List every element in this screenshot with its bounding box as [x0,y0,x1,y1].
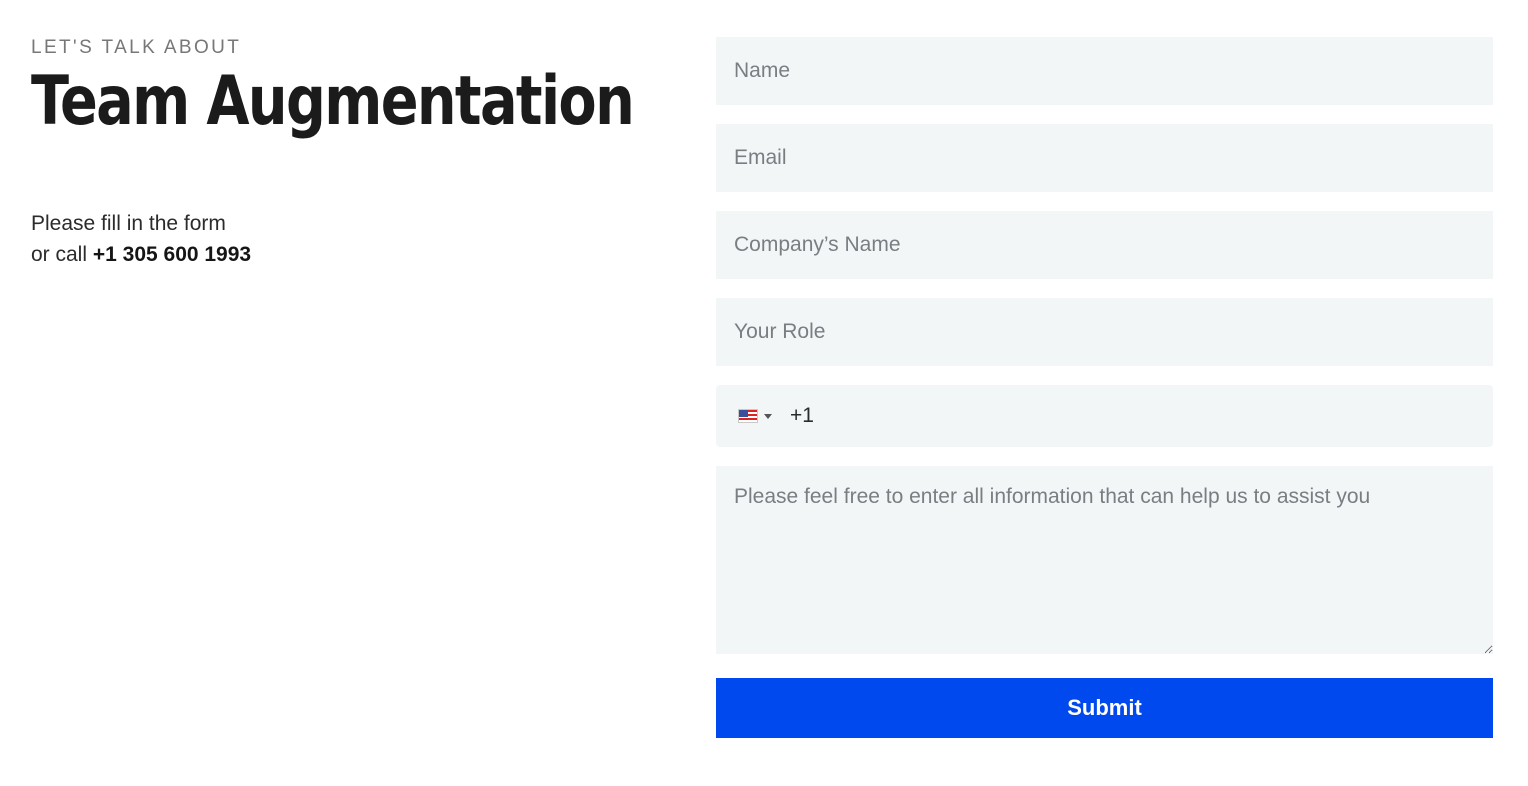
phone-field [716,385,1493,447]
intro-line-form: Please fill in the form [31,212,226,235]
intro-line-call: or call +1 305 600 1993 [31,239,671,270]
eyebrow-label: LET'S TALK ABOUT [31,37,242,58]
name-field[interactable] [716,37,1493,105]
contact-phone-number: +1 305 600 1993 [92,243,252,266]
contact-form: Submit [716,37,1493,738]
us-flag-icon [738,409,758,423]
phone-number-input[interactable] [788,403,1392,429]
submit-button[interactable]: Submit [716,678,1493,738]
company-name-field[interactable] [716,211,1493,279]
intro-text: Please fill in the form or call +1 305 6… [31,208,671,270]
contact-page: LET'S TALK ABOUT Team Augmentation Pleas… [0,0,1528,786]
email-field[interactable] [716,124,1493,192]
message-field[interactable] [716,466,1493,654]
hero-section: LET'S TALK ABOUT Team Augmentation Pleas… [31,36,671,270]
caret-down-icon [764,413,772,419]
call-prefix: or call [31,243,93,266]
page-title: Team Augmentation [31,62,635,141]
country-code-dropdown[interactable] [738,409,772,423]
role-field[interactable] [716,298,1493,366]
